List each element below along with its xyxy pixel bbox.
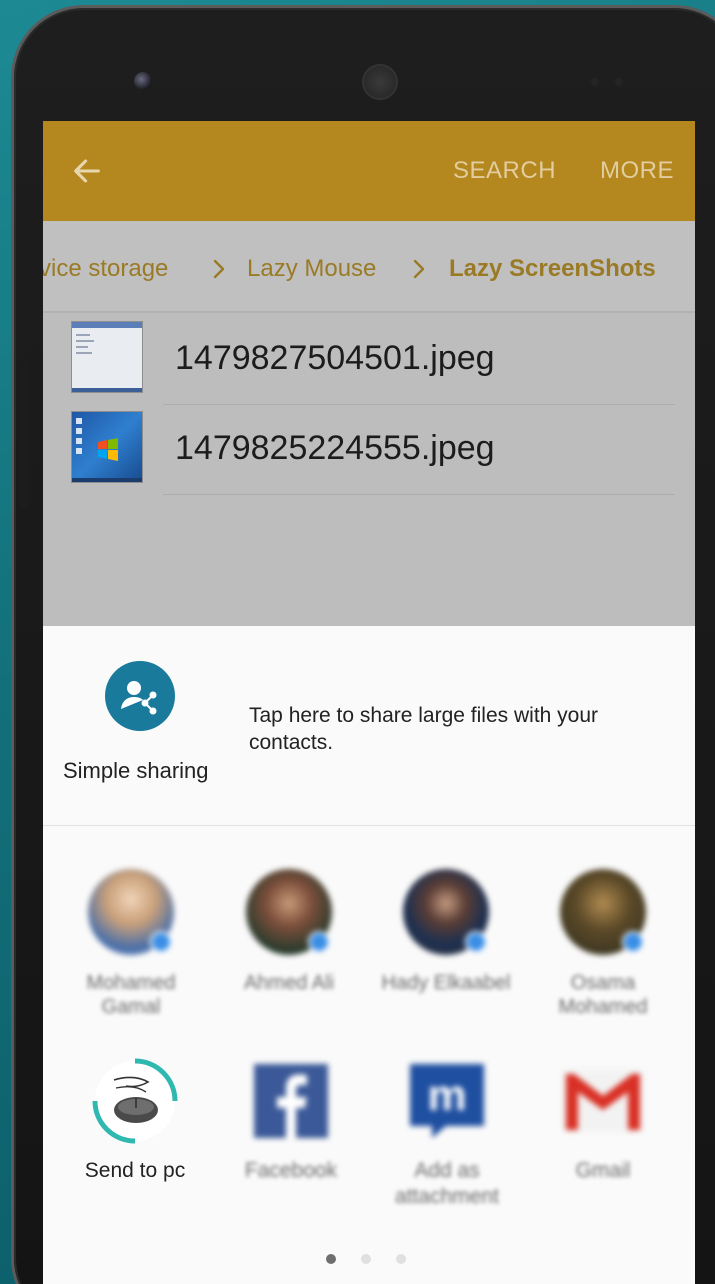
- app-label: Gmail: [575, 1159, 631, 1182]
- contact-name: Hady Elkaabel: [381, 972, 511, 994]
- contact-item[interactable]: Hady Elkaabel: [381, 869, 511, 995]
- page-indicator: [326, 1254, 416, 1268]
- simple-sharing-button[interactable]: [105, 661, 175, 731]
- share-app-send-to-pc[interactable]: Send to pc: [65, 1058, 205, 1184]
- page-dot: [396, 1254, 406, 1264]
- chevron-right-icon: [413, 259, 425, 279]
- contact-name: Mohamed Gamal: [86, 972, 176, 1018]
- simple-sharing-icon: [121, 681, 157, 715]
- breadcrumb-item-device-storage[interactable]: vice storage: [43, 255, 168, 283]
- simple-sharing-label[interactable]: Simple sharing: [63, 758, 209, 784]
- app-toolbar: SEARCH MORE: [43, 121, 695, 221]
- file-name: 1479827504501.jpeg: [175, 339, 495, 377]
- m-mail-icon: m: [404, 1058, 490, 1144]
- avatar: [88, 869, 174, 955]
- app-label: Facebook: [244, 1159, 338, 1182]
- file-list-item[interactable]: 1479825224555.jpeg: [43, 405, 695, 495]
- screenshot-thumbnail-icon: [71, 321, 143, 393]
- divider: [43, 825, 695, 826]
- chevron-right-icon: [213, 259, 225, 279]
- messenger-badge-icon: [150, 931, 172, 953]
- light-sensor: [615, 78, 623, 86]
- windows-desktop-thumbnail-icon: [71, 411, 143, 483]
- mouse-icon: [92, 1058, 178, 1144]
- contact-item[interactable]: Osama Mohamed: [538, 869, 668, 1019]
- phone-screen: SEARCH MORE vice storage Lazy Mouse Lazy…: [43, 121, 695, 1284]
- breadcrumb-item-lazy-screenshots[interactable]: Lazy ScreenShots: [449, 255, 656, 283]
- avatar: [403, 869, 489, 955]
- file-name: 1479825224555.jpeg: [175, 429, 495, 467]
- messenger-badge-icon: [308, 931, 330, 953]
- simple-sharing-description[interactable]: Tap here to share large files with your …: [249, 702, 659, 756]
- contact-item[interactable]: Ahmed Ali: [224, 869, 354, 995]
- share-app-facebook[interactable]: Facebook: [221, 1058, 361, 1184]
- facebook-icon: [248, 1058, 334, 1144]
- gmail-icon: [560, 1058, 646, 1144]
- share-sheet: Simple sharing Tap here to share large f…: [43, 626, 695, 1284]
- file-list-item[interactable]: 1479827504501.jpeg: [43, 315, 695, 405]
- contact-name: Osama Mohamed: [558, 972, 648, 1018]
- contact-item[interactable]: Mohamed Gamal: [66, 869, 196, 1019]
- page-dot-active: [326, 1254, 336, 1264]
- proximity-sensor: [591, 78, 599, 86]
- svg-text:m: m: [427, 1071, 466, 1120]
- arrow-left-icon: [74, 159, 100, 183]
- messenger-badge-icon: [465, 931, 487, 953]
- share-app-add-as-attachment[interactable]: m Add as attachment: [377, 1058, 517, 1210]
- side-button: [18, 293, 28, 508]
- messenger-badge-icon: [622, 931, 644, 953]
- search-button[interactable]: SEARCH: [453, 157, 556, 185]
- avatar: [246, 869, 332, 955]
- avatar: [560, 869, 646, 955]
- front-camera: [134, 72, 152, 90]
- earpiece-speaker: [362, 64, 398, 100]
- back-button[interactable]: [67, 151, 107, 191]
- breadcrumb-item-lazy-mouse[interactable]: Lazy Mouse: [247, 255, 376, 283]
- page-dot: [361, 1254, 371, 1264]
- contact-name: Ahmed Ali: [243, 972, 335, 994]
- breadcrumb: vice storage Lazy Mouse Lazy ScreenShots: [43, 221, 695, 313]
- divider: [163, 494, 675, 495]
- app-label: Send to pc: [84, 1159, 186, 1182]
- share-app-gmail[interactable]: Gmail: [533, 1058, 673, 1184]
- more-button[interactable]: MORE: [600, 157, 674, 185]
- app-label: Add as attachment: [395, 1159, 499, 1208]
